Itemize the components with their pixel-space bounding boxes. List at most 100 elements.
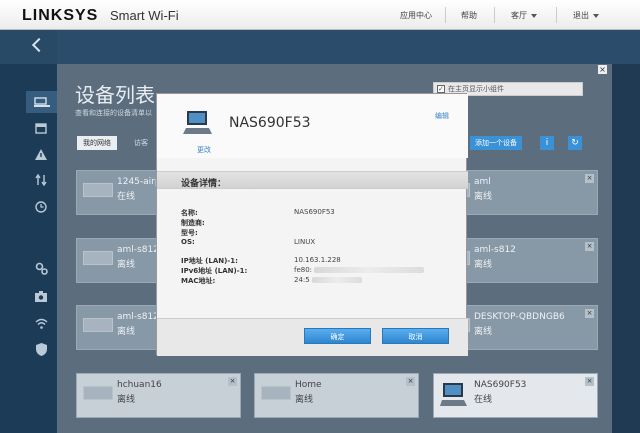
- device-status: 在线: [117, 192, 136, 202]
- device-status: 离线: [117, 327, 136, 337]
- device-name: hchuan16: [117, 380, 162, 390]
- details-section-title: 设备详情：: [181, 179, 227, 189]
- device-status: 离线: [474, 327, 493, 337]
- redacted-block: [314, 267, 425, 273]
- shield-icon: [35, 342, 47, 356]
- menu-divider: [494, 7, 495, 23]
- cancel-button[interactable]: 取消: [382, 328, 449, 344]
- page-title: 设备列表: [75, 83, 155, 107]
- device-status: 离线: [117, 260, 136, 270]
- detail-value-mac: 24:5: [294, 276, 362, 284]
- detail-value: 10.163.1.228: [294, 256, 341, 264]
- device-status: 离线: [474, 260, 493, 270]
- device-icon: [83, 251, 113, 265]
- device-list-icon: [33, 97, 50, 107]
- page-description: 查看和连接的设备清单以: [75, 109, 152, 117]
- detail-label: IPv6地址 (LAN)-1:: [181, 267, 248, 275]
- device-status: 离线: [295, 395, 314, 405]
- close-icon[interactable]: ×: [228, 377, 237, 386]
- ok-button[interactable]: 确定: [304, 328, 371, 344]
- menu-help[interactable]: 帮助: [461, 10, 477, 21]
- device-card[interactable]: Home 离线 ×: [254, 373, 419, 418]
- device-card[interactable]: hchuan16 离线 ×: [76, 373, 241, 418]
- menu-app-center[interactable]: 应用中心: [400, 10, 432, 21]
- computer-icon: [440, 383, 467, 406]
- clock-icon: [35, 201, 47, 213]
- device-icon: [83, 386, 113, 400]
- menu-location-label: 客厅: [511, 11, 527, 20]
- sidebar-item-camera[interactable]: [34, 289, 48, 303]
- menu-logout[interactable]: 退出: [573, 10, 599, 21]
- device-name: DESKTOP-QBDNGB6: [474, 312, 565, 322]
- device-name: aml-s812: [117, 245, 159, 255]
- sidebar-item-wifi[interactable]: [34, 316, 48, 330]
- detail-value: fe80:: [294, 266, 313, 274]
- menu-divider: [556, 7, 557, 23]
- device-name: aml-s812: [117, 312, 159, 322]
- close-icon[interactable]: ×: [585, 309, 594, 318]
- chevron-down-icon: [531, 13, 537, 18]
- details-section-header: 设备详情：: [157, 171, 468, 189]
- detail-value: LINUX: [294, 238, 316, 246]
- sidebar-item-clock[interactable]: [34, 200, 48, 214]
- close-icon[interactable]: ×: [406, 377, 415, 386]
- warning-icon: [35, 148, 47, 160]
- device-name: aml: [474, 177, 491, 187]
- device-status: 在线: [474, 395, 493, 405]
- detail-label: 型号:: [181, 229, 198, 237]
- refresh-icon: ↻: [571, 138, 579, 148]
- computer-icon: [183, 111, 212, 134]
- gears-icon: [35, 262, 48, 275]
- detail-value: 24:5: [294, 276, 310, 284]
- sidebar-item-settings[interactable]: [34, 261, 48, 275]
- detail-label: OS:: [181, 238, 195, 246]
- dialog-footer: 确定 取消: [157, 318, 468, 356]
- product-name: Smart Wi-Fi: [110, 8, 179, 23]
- edit-link[interactable]: 编辑: [435, 111, 449, 121]
- device-details-dialog: 更改 NAS690F53 编辑 设备详情： 名称: NAS690F53 制造商:…: [156, 93, 468, 356]
- wifi-icon: [35, 318, 47, 329]
- detail-label: 制造商:: [181, 219, 205, 227]
- panel-header-strip: [57, 30, 640, 64]
- sidebar-item-alerts[interactable]: [34, 147, 48, 161]
- info-icon: i: [545, 138, 549, 148]
- detail-label: IP地址 (LAN)-1:: [181, 257, 238, 265]
- detail-label: MAC地址:: [181, 277, 216, 285]
- device-name: Home: [295, 380, 322, 390]
- sidebar-item-parental[interactable]: [34, 121, 48, 135]
- device-status: 离线: [474, 192, 493, 202]
- device-icon: [83, 183, 113, 197]
- menu-location[interactable]: 客厅: [511, 10, 537, 21]
- checkbox-checked-icon: ✓: [437, 85, 445, 93]
- brand-logo: LINKSYS: [22, 7, 99, 24]
- sidebar-item-speed[interactable]: [34, 173, 48, 187]
- close-icon[interactable]: ×: [585, 174, 594, 183]
- camera-icon: [35, 290, 47, 302]
- redacted-block: [311, 277, 362, 283]
- menu-divider: [445, 7, 446, 23]
- menu-logout-label: 退出: [573, 11, 589, 20]
- info-button[interactable]: i: [540, 136, 554, 150]
- close-icon[interactable]: ×: [585, 377, 594, 386]
- add-device-button[interactable]: 添加一个设备: [470, 136, 522, 150]
- sidebar-item-security[interactable]: [34, 342, 48, 356]
- dialog-title: NAS690F53: [229, 115, 311, 131]
- close-icon[interactable]: ×: [585, 242, 594, 251]
- close-icon[interactable]: ×: [598, 65, 607, 74]
- back-button[interactable]: [0, 30, 57, 64]
- device-name: NAS690F53: [474, 380, 527, 390]
- top-bar: LINKSYS Smart Wi-Fi 应用中心 帮助 客厅 退出: [0, 0, 640, 30]
- change-icon-link[interactable]: 更改: [197, 145, 211, 155]
- tab-guest[interactable]: 访客: [128, 136, 154, 150]
- dialog-header: 更改 NAS690F53 编辑: [157, 94, 468, 158]
- detail-label: 名称:: [181, 209, 198, 217]
- device-card-selected[interactable]: NAS690F53 在线 ×: [433, 373, 598, 418]
- sidebar-item-devices[interactable]: [26, 91, 57, 113]
- device-icon: [261, 386, 291, 400]
- refresh-button[interactable]: ↻: [568, 136, 582, 150]
- show-widget-label: 在主页显示小组件: [448, 85, 504, 93]
- device-icon: [83, 318, 113, 332]
- tab-my-network[interactable]: 我的网络: [77, 136, 117, 150]
- device-name: aml-s812: [474, 245, 516, 255]
- chevron-down-icon: [593, 13, 599, 18]
